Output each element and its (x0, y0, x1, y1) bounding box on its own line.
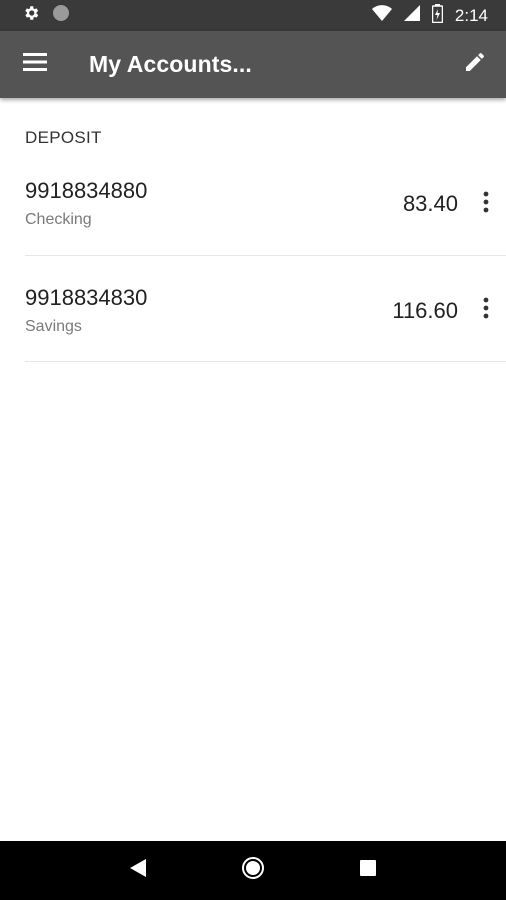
account-balance: 116.60 (392, 298, 458, 323)
home-icon (241, 856, 265, 885)
status-bar: 2:14 (0, 0, 506, 31)
home-button[interactable] (223, 841, 283, 900)
battery-icon (431, 3, 444, 28)
account-row[interactable]: 9918834830 Savings 116.60 (25, 256, 506, 362)
app-bar: My Accounts... (0, 31, 506, 98)
account-number: 9918834830 (25, 285, 148, 310)
circle-icon (52, 4, 70, 27)
pencil-icon (463, 50, 487, 79)
navigation-bar (0, 841, 506, 900)
back-icon (129, 859, 146, 882)
more-vert-icon (483, 191, 489, 218)
account-type: Checking (25, 211, 92, 228)
status-bar-right: 2:14 (371, 3, 488, 28)
status-time: 2:14 (454, 5, 488, 25)
recents-icon (360, 860, 377, 881)
more-options-button[interactable] (472, 184, 500, 224)
menu-button[interactable] (0, 31, 70, 98)
more-options-button[interactable] (472, 290, 500, 330)
account-type: Savings (25, 318, 82, 335)
account-balance: 83.40 (402, 191, 458, 216)
gear-icon (22, 4, 40, 27)
back-button[interactable] (108, 841, 168, 900)
edit-button[interactable] (444, 31, 506, 98)
wifi-icon (371, 5, 392, 26)
status-bar-left (22, 4, 70, 27)
account-number: 9918834880 (25, 178, 148, 203)
section-header-deposit: DEPOSIT (25, 128, 102, 147)
account-row[interactable]: 9918834880 Checking 83.40 (25, 150, 506, 256)
signal-icon (403, 5, 420, 26)
hamburger-menu-icon (23, 53, 47, 76)
page-title: My Accounts... (89, 51, 252, 77)
more-vert-icon (483, 297, 489, 324)
recents-button[interactable] (338, 841, 398, 900)
